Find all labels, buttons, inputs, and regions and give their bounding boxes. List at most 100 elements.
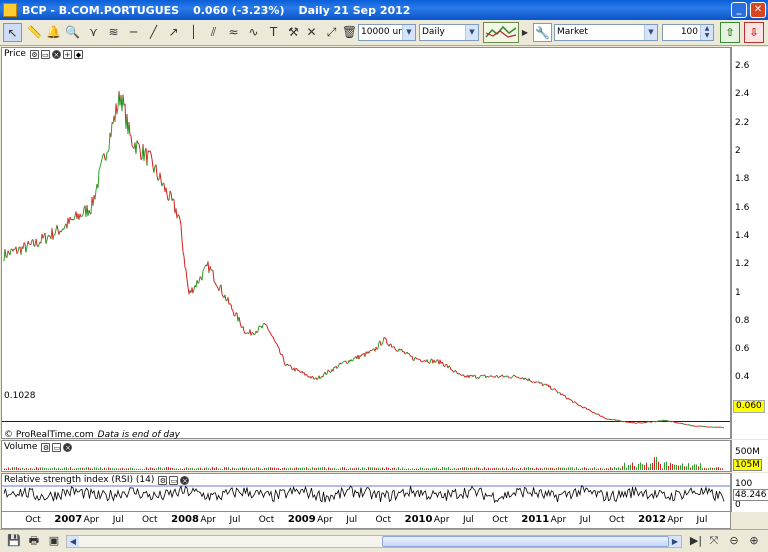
close-button[interactable]: ✕: [750, 2, 766, 18]
ray-icon[interactable]: ↗: [164, 23, 183, 42]
volume-bar: [136, 468, 137, 470]
cross-icon[interactable]: ✕: [302, 23, 321, 42]
zoom-out-icon[interactable]: ⊖: [726, 533, 742, 549]
price-panel-header: Price ⚙ ▭ × + ◆: [4, 49, 83, 59]
save-icon[interactable]: 💾: [6, 533, 22, 549]
magnifier-icon[interactable]: 🔍: [63, 23, 82, 42]
volume-bar: [510, 468, 511, 470]
alarm-icon[interactable]: 🔔: [44, 23, 63, 42]
zoom-in-icon[interactable]: ⊕: [746, 533, 762, 549]
volume-bar: [108, 467, 109, 470]
price-segment: [212, 270, 215, 282]
diagonal-icon[interactable]: ⤢: [322, 23, 341, 42]
volume-bar: [668, 465, 669, 470]
wrench-icon[interactable]: ⚙: [41, 442, 51, 452]
price-segment: [414, 356, 417, 359]
price-segment: [419, 359, 422, 362]
camera-icon[interactable]: ▣: [46, 533, 62, 549]
scroll-left-icon[interactable]: ◀: [67, 536, 79, 547]
hammer-icon[interactable]: ⚒: [284, 23, 303, 42]
text-icon[interactable]: T: [264, 23, 283, 42]
price-panel: Price ⚙ ▭ × + ◆: [1, 47, 731, 439]
volume-bar: [290, 467, 291, 470]
regression-icon[interactable]: ≈: [224, 23, 243, 42]
volume-bar: [592, 468, 593, 470]
window-icon[interactable]: ▭: [40, 49, 50, 59]
go-to-end-icon[interactable]: ▶|: [688, 533, 704, 549]
volume-bar: [382, 467, 383, 470]
chart-style-button[interactable]: [483, 22, 519, 43]
window-icon[interactable]: ▭: [169, 475, 179, 485]
window-icon[interactable]: ▭: [52, 442, 62, 452]
price-segment: [339, 362, 342, 365]
wrench-icon[interactable]: ⚙: [29, 49, 39, 59]
volume-bar: [104, 467, 105, 470]
buy-button[interactable]: ⇧: [720, 22, 740, 43]
settings-icon[interactable]: ◆: [73, 49, 83, 59]
volume-bar: [394, 467, 395, 470]
volume-bar: [240, 467, 241, 470]
trash-icon[interactable]: 🗑: [340, 23, 359, 42]
title-date: 21 Sep 2012: [333, 3, 411, 17]
close-icon[interactable]: ×: [63, 442, 73, 452]
time-scrollbar[interactable]: ◀ ▶: [66, 535, 682, 548]
timeframe-select[interactable]: Daily ▼: [419, 24, 479, 41]
volume-bar: [410, 468, 411, 470]
time-axis-label: 2009: [287, 514, 316, 525]
price-segment: [68, 217, 71, 224]
channel-icon[interactable]: ⫽: [204, 23, 223, 42]
time-axis-label: Oct: [25, 515, 41, 525]
price-segment: [426, 359, 429, 363]
price-segment: [63, 225, 66, 230]
volume-bar: [398, 467, 399, 470]
price-segment: [441, 361, 444, 364]
price-chart[interactable]: [2, 48, 730, 438]
volume-bar: [34, 468, 35, 470]
time-axis-label: Oct: [141, 515, 158, 525]
volume-bar: [212, 467, 213, 470]
price-segment: [322, 373, 325, 378]
price-tick-label: 2.2: [735, 117, 750, 128]
volume-tick-label: 500M: [735, 447, 760, 457]
price-segment: [564, 395, 567, 398]
pointer-icon[interactable]: ↖: [3, 23, 22, 42]
volume-bar: [84, 468, 85, 470]
print-icon[interactable]: 🖶: [26, 533, 42, 549]
volume-bar: [606, 468, 607, 470]
price-segment: [485, 376, 488, 379]
price-segment: [181, 239, 184, 252]
price-segment: [401, 349, 404, 353]
horizontal-line-icon[interactable]: ─: [124, 23, 143, 42]
wrench-icon[interactable]: 🔧: [533, 23, 552, 42]
toolbar: ↖ 📏 🔔 🔍 ⋎ ≋ ─ ╱ ↗ │ ⫽ ≈ ∿ T ⚒ ✕ ⤢ 🗑 1000…: [0, 20, 768, 46]
minimize-button[interactable]: _: [731, 2, 747, 18]
vertical-line-icon[interactable]: │: [184, 23, 203, 42]
scrollbar-thumb[interactable]: [382, 536, 669, 547]
price-footer: © ProRealTime.com Data is end of day: [4, 430, 180, 440]
play-icon[interactable]: ▶: [521, 23, 529, 42]
price-segment: [666, 419, 669, 422]
price-segment: [268, 330, 271, 333]
close-icon[interactable]: ×: [180, 475, 190, 485]
price-segment: [656, 420, 659, 422]
order-type-select[interactable]: Market ▼: [554, 24, 658, 41]
wrench-icon[interactable]: ⚙: [158, 475, 168, 485]
scroll-right-icon[interactable]: ▶: [669, 536, 681, 547]
trend-line-icon[interactable]: ╱: [144, 23, 163, 42]
ruler-icon[interactable]: 📏: [25, 23, 44, 42]
volume-bar: [230, 468, 231, 470]
volume-bar: [262, 468, 263, 470]
close-icon[interactable]: ×: [51, 49, 61, 59]
polyline-icon[interactable]: ∿: [244, 23, 263, 42]
units-select[interactable]: 10000 units ▼: [358, 24, 416, 41]
fan-icon[interactable]: ⋎: [84, 23, 103, 42]
add-indicator-icon[interactable]: +: [62, 49, 72, 59]
fibonacci-icon[interactable]: ≋: [104, 23, 123, 42]
zoom-fit-icon[interactable]: ⤧: [706, 533, 722, 549]
price-segment: [168, 190, 171, 201]
sell-button[interactable]: ⇩: [744, 22, 764, 43]
quantity-stepper[interactable]: 100 ▲ ▼: [662, 24, 714, 41]
price-segment: [639, 422, 642, 424]
volume-chart[interactable]: [2, 441, 730, 471]
price-segment: [556, 391, 559, 394]
